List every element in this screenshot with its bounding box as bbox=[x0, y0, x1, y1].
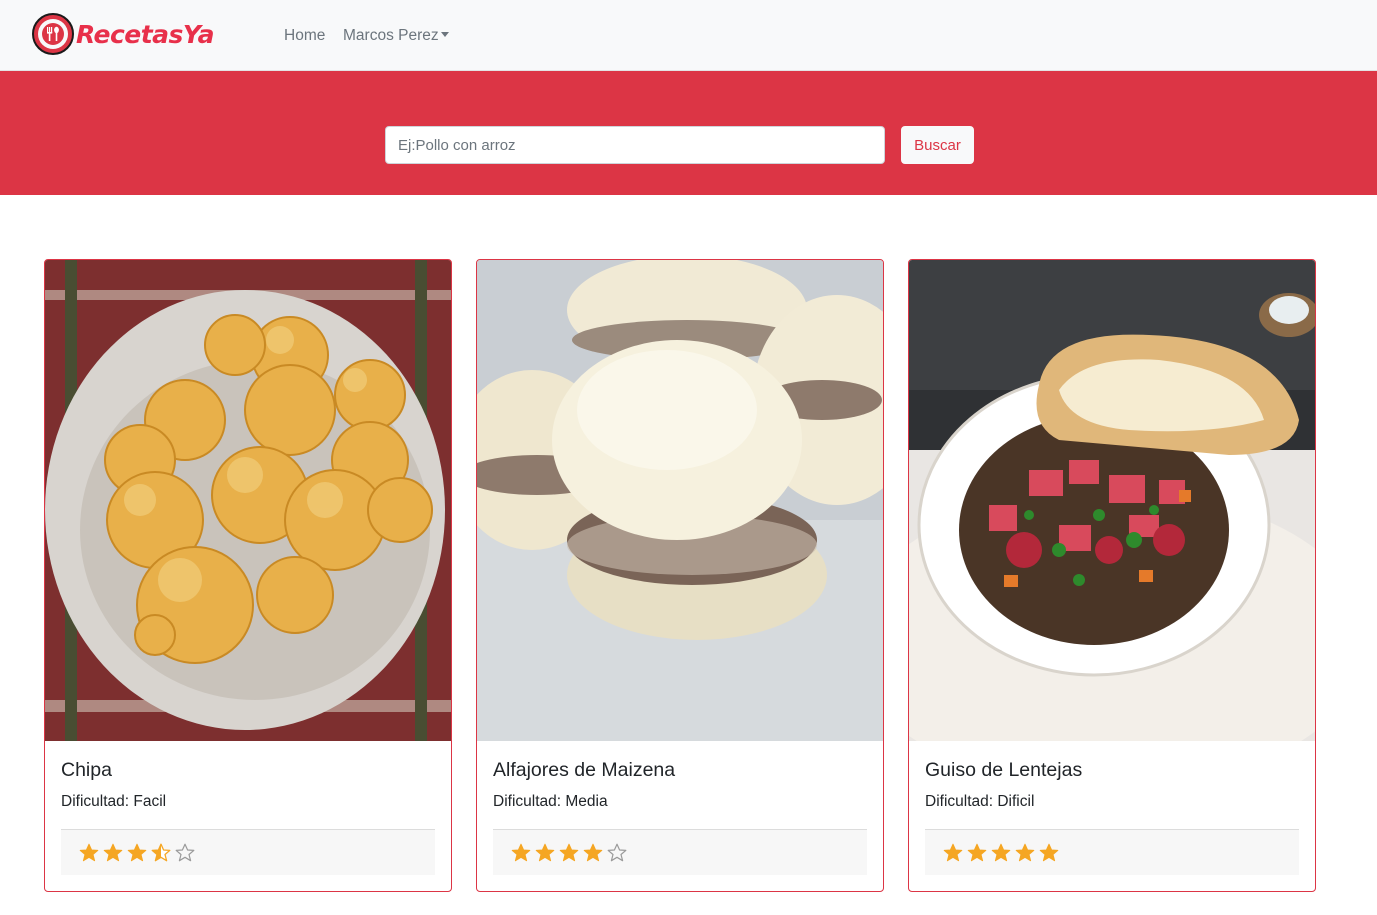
recipe-card[interactable]: Alfajores de Maizena Dificultad: Media bbox=[476, 259, 884, 892]
search-band: Buscar bbox=[0, 71, 1377, 195]
star-full-icon bbox=[967, 843, 987, 861]
utensils-logo-icon bbox=[32, 13, 74, 55]
star-full-icon bbox=[1015, 843, 1035, 861]
recipe-image[interactable] bbox=[909, 260, 1315, 741]
navbar: RecetasYa Home Marcos Perez bbox=[0, 0, 1377, 71]
card-body: Alfajores de Maizena Dificultad: Media bbox=[477, 741, 883, 811]
recipe-image[interactable] bbox=[45, 260, 451, 741]
recipe-difficulty: Dificultad: Facil bbox=[61, 793, 167, 810]
recipe-card[interactable]: Chipa Dificultad: Facil bbox=[44, 259, 452, 892]
star-full-icon bbox=[79, 843, 99, 861]
star-full-icon bbox=[559, 843, 579, 861]
recipe-title[interactable]: Chipa bbox=[61, 759, 435, 785]
card-footer bbox=[925, 829, 1299, 875]
star-empty-icon bbox=[607, 843, 627, 861]
card-footer bbox=[493, 829, 867, 875]
star-full-icon bbox=[535, 843, 555, 861]
recipe-image[interactable] bbox=[477, 260, 883, 741]
star-half-icon bbox=[151, 843, 171, 861]
star-rating bbox=[511, 843, 627, 863]
user-menu-label: Marcos Perez bbox=[343, 27, 439, 44]
star-full-icon bbox=[511, 843, 531, 861]
star-full-icon bbox=[127, 843, 147, 861]
card-body: Chipa Dificultad: Facil bbox=[45, 741, 451, 811]
recipe-title[interactable]: Guiso de Lentejas bbox=[925, 759, 1299, 785]
card-footer bbox=[61, 829, 435, 875]
search-input[interactable] bbox=[385, 126, 885, 164]
brand-name: RecetasYa bbox=[76, 19, 214, 49]
star-full-icon bbox=[103, 843, 123, 861]
star-rating bbox=[943, 843, 1059, 863]
star-full-icon bbox=[943, 843, 963, 861]
recipe-difficulty: Dificultad: Dificil bbox=[925, 793, 1035, 810]
recipe-difficulty: Dificultad: Media bbox=[493, 793, 608, 810]
star-full-icon bbox=[991, 843, 1011, 861]
card-body: Guiso de Lentejas Dificultad: Dificil bbox=[909, 741, 1315, 811]
user-menu-dropdown[interactable]: Marcos Perez bbox=[343, 27, 449, 45]
caret-down-icon bbox=[440, 32, 449, 37]
recipe-title[interactable]: Alfajores de Maizena bbox=[493, 759, 867, 785]
star-empty-icon bbox=[175, 843, 195, 861]
star-rating bbox=[79, 843, 195, 863]
brand-logo-link[interactable]: RecetasYa bbox=[32, 13, 214, 55]
nav-link-home[interactable]: Home bbox=[284, 27, 325, 45]
search-button[interactable]: Buscar bbox=[901, 126, 974, 164]
star-full-icon bbox=[1039, 843, 1059, 861]
star-full-icon bbox=[583, 843, 603, 861]
recipe-card[interactable]: Guiso de Lentejas Dificultad: Dificil bbox=[908, 259, 1316, 892]
